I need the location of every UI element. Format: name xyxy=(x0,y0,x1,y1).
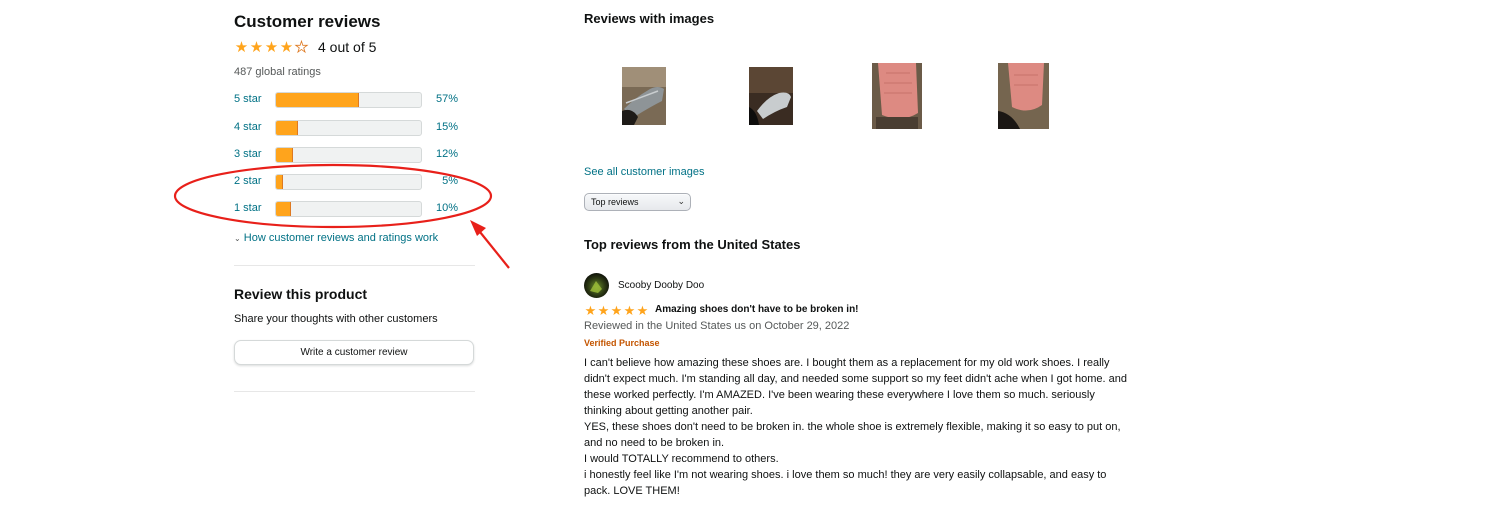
histogram-row-4-star[interactable]: 4 star 15% xyxy=(234,119,475,137)
histogram-row-1-star[interactable]: 1 star 10% xyxy=(234,200,475,218)
review-image-3-picture xyxy=(872,63,922,129)
see-all-images-link[interactable]: See all customer images xyxy=(584,166,704,178)
histogram-percent[interactable]: 10% xyxy=(432,202,458,214)
histogram-bar[interactable] xyxy=(275,92,422,108)
histogram-percent[interactable]: 57% xyxy=(432,93,458,105)
review-image-2[interactable] xyxy=(749,67,793,125)
annotation-arrow-shaft xyxy=(479,231,510,269)
average-rating-text: 4 out of 5 xyxy=(318,39,377,55)
histogram-bar[interactable] xyxy=(275,174,422,190)
histogram-row-2-star[interactable]: 2 star 5% xyxy=(234,173,475,191)
divider xyxy=(234,391,475,392)
histogram-label[interactable]: 1 star xyxy=(234,202,262,214)
write-review-button[interactable]: Write a customer review xyxy=(234,340,474,365)
star-full-icon: ★ xyxy=(597,303,610,318)
star-full-icon: ★ xyxy=(584,303,597,318)
reviewer-name[interactable]: Scooby Dooby Doo xyxy=(618,280,704,291)
star-full-icon: ★ xyxy=(610,303,623,318)
histogram-fill xyxy=(276,175,284,189)
average-rating-row[interactable]: ★ ★ ★ ★ ★ 4 out of 5 xyxy=(234,38,377,56)
annotation-arrow-head xyxy=(470,220,486,236)
sort-selected-value: Top reviews xyxy=(591,197,639,207)
reviews-with-images-heading: Reviews with images xyxy=(584,11,715,26)
histogram-bar[interactable] xyxy=(275,147,422,163)
star-full-icon: ★ xyxy=(234,38,249,56)
histogram-row-5-star[interactable]: 5 star 57% xyxy=(234,91,475,109)
star-full-icon: ★ xyxy=(636,303,649,318)
review-image-1[interactable] xyxy=(622,67,666,125)
histogram-fill xyxy=(276,148,294,162)
review-image-4-picture xyxy=(998,63,1049,129)
review-product-heading: Review this product xyxy=(234,286,368,302)
histogram-percent[interactable]: 5% xyxy=(432,175,458,187)
review-image-1-picture xyxy=(622,67,666,125)
divider xyxy=(234,265,475,266)
reviewer-avatar[interactable] xyxy=(584,273,609,298)
chevron-down-icon: ⌄ xyxy=(677,196,685,206)
histogram-row-3-star[interactable]: 3 star 12% xyxy=(234,146,475,164)
review-product-subtitle: Share your thoughts with other customers xyxy=(234,313,438,325)
star-full-icon: ★ xyxy=(249,38,264,56)
histogram-fill xyxy=(276,121,298,135)
sort-dropdown[interactable]: Top reviews ⌄ xyxy=(584,193,691,211)
chevron-down-icon: ⌄ xyxy=(234,234,241,243)
avatar-picture xyxy=(590,281,602,293)
histogram-label[interactable]: 4 star xyxy=(234,121,262,133)
review-image-3[interactable] xyxy=(872,63,922,129)
global-ratings-count: 487 global ratings xyxy=(234,66,321,78)
star-full-icon: ★ xyxy=(623,303,636,318)
how-ratings-work-link[interactable]: ⌄ How customer reviews and ratings work xyxy=(234,232,438,244)
review-stars[interactable]: ★ ★ ★ ★ ★ xyxy=(584,304,649,317)
histogram-percent[interactable]: 12% xyxy=(432,148,458,160)
review-image-2-picture xyxy=(749,67,793,125)
histogram-label[interactable]: 3 star xyxy=(234,148,262,160)
histogram-bar[interactable] xyxy=(275,201,422,217)
histogram-label[interactable]: 5 star xyxy=(234,93,262,105)
review-title[interactable]: Amazing shoes don't have to be broken in… xyxy=(655,304,859,315)
star-empty-icon: ★ xyxy=(294,38,309,56)
how-ratings-work-label: How customer reviews and ratings work xyxy=(243,232,439,244)
top-reviews-heading: Top reviews from the United States xyxy=(584,237,801,252)
histogram-label[interactable]: 2 star xyxy=(234,175,262,187)
average-stars: ★ ★ ★ ★ ★ xyxy=(234,38,309,56)
review-date: Reviewed in the United States us on Octo… xyxy=(584,320,850,332)
review-body: I can't believe how amazing these shoes … xyxy=(584,355,1132,499)
histogram-percent[interactable]: 15% xyxy=(432,121,458,133)
verified-purchase-badge[interactable]: Verified Purchase xyxy=(584,338,660,348)
star-full-icon: ★ xyxy=(264,38,279,56)
review-paragraph: i honestly feel like I'm not wearing sho… xyxy=(584,469,1107,497)
review-paragraph: I can't believe how amazing these shoes … xyxy=(584,357,1127,417)
histogram-fill xyxy=(276,202,291,216)
star-full-icon: ★ xyxy=(279,38,294,56)
review-image-4[interactable] xyxy=(998,63,1049,129)
review-paragraph: YES, these shoes don't need to be broken… xyxy=(584,421,1121,449)
customer-reviews-heading: Customer reviews xyxy=(234,12,381,31)
histogram-bar[interactable] xyxy=(275,120,422,136)
review-paragraph: I would TOTALLY recommend to others. xyxy=(584,453,779,465)
histogram-fill xyxy=(276,93,359,107)
